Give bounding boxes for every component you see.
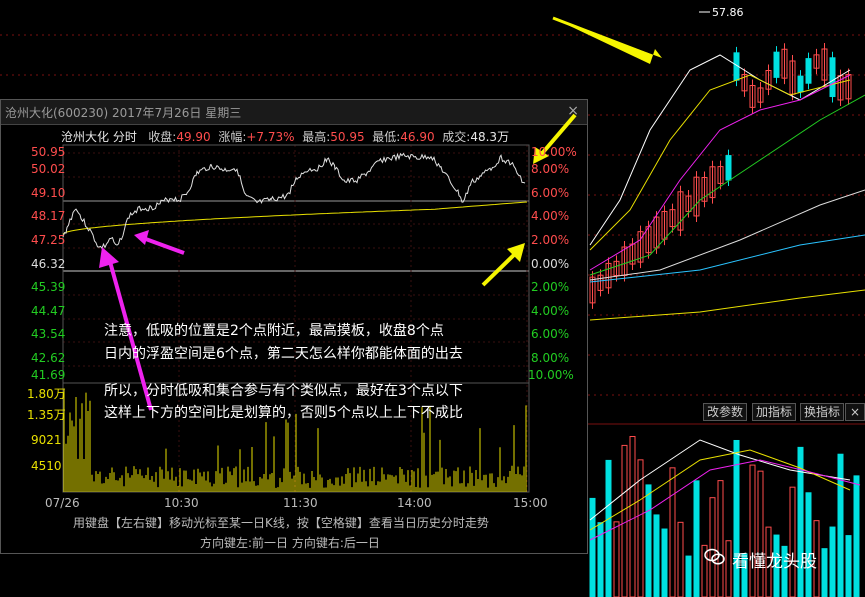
volume-bar [789, 486, 796, 597]
pct-tick: 8.00% [531, 351, 570, 365]
candlesticks [589, 42, 852, 309]
volume-bar [693, 480, 700, 597]
volume-bar [829, 526, 836, 597]
volume-bar [653, 514, 660, 597]
price-tick: 42.62 [31, 351, 66, 365]
volume-bar [613, 521, 620, 597]
volume-bar [605, 459, 612, 597]
time-tick: 10:30 [164, 496, 199, 510]
pct-tick: 10.00% [531, 145, 577, 159]
volume-bar [805, 492, 812, 597]
volume-bar [685, 555, 692, 597]
volume-bar [821, 548, 828, 597]
price-tick: 43.54 [31, 327, 66, 341]
pct-tick: 6.00% [531, 327, 570, 341]
pct-tick: 4.00% [531, 304, 570, 318]
volume-bar [725, 540, 732, 597]
volume-bar [717, 480, 724, 597]
time-tick: 15:00 [513, 496, 548, 510]
price-tick: 44.47 [31, 304, 66, 318]
price-tick: 50.02 [31, 162, 66, 176]
ma-line-green [589, 94, 865, 276]
intraday-popup: 沧州大化(600230) 2017年7月26日 星期三 × 沧州大化 分时 收盘… [0, 99, 588, 554]
candle-body [725, 155, 732, 181]
price-tick: 47.25 [31, 233, 66, 247]
magenta-arrow-2-shaft [142, 236, 185, 255]
price-tick: 50.95 [31, 145, 66, 159]
price-tick: 41.69 [31, 368, 66, 382]
magenta-arrow-1-head [99, 247, 119, 268]
candle-body [797, 75, 804, 93]
annotation-line: 这样上下方的空间比是划算的，否则5个点以上上下不成比 [104, 405, 463, 421]
pct-tick: 8.00% [531, 162, 570, 176]
time-tick: 14:00 [397, 496, 432, 510]
volume-tick: 4510 [31, 459, 62, 473]
volume-bars [589, 436, 860, 597]
volume-bar [757, 470, 764, 597]
volume-bar [853, 475, 860, 597]
volume-bar [837, 453, 844, 597]
pct-tick: 0.00% [531, 257, 570, 271]
arrow-key-hint: 方向键左:前一日 方向键右:后一日 [200, 536, 380, 550]
candle-body [829, 57, 836, 98]
wechat-icon [704, 548, 725, 565]
moving-average-lines [589, 54, 865, 321]
volume-bar [845, 535, 852, 597]
pct-tick: 6.00% [531, 186, 570, 200]
watermark-text: 看懂龙头股 [732, 552, 817, 572]
volume-tick: 1.35万 [27, 408, 66, 422]
volume-bar [645, 484, 652, 597]
annotation-line: 所以，分时低吸和集合参与有个类似点，最好在3个点以下 [104, 383, 463, 399]
price-tick: 48.17 [31, 209, 66, 223]
pct-tick: 4.00% [531, 209, 570, 223]
volume-bar [621, 444, 628, 597]
top-yellow-arrow-shaft [552, 16, 653, 58]
annotation-line: 注意，低吸的位置是2个点附近，最高摸板，收盘8个点 [104, 323, 444, 339]
volume-tick: 9021 [31, 433, 62, 447]
pct-tick: 10.00% [528, 368, 574, 382]
volume-tick: 1.80万 [27, 387, 66, 401]
pct-tick: 2.00% [531, 233, 570, 247]
magenta-arrow-2-head [134, 230, 149, 245]
annotation-line: 日内的浮盈空间是6个点，第二天怎么样你都能体面的出去 [104, 346, 463, 362]
close-indicator-button[interactable]: × [845, 403, 865, 421]
add-indicator-button[interactable]: 加指标 [752, 403, 797, 421]
candle-body [805, 58, 812, 84]
high-price-label: 57.86 [712, 6, 744, 19]
time-tick: 07/26 [45, 496, 80, 510]
volume-bar [749, 464, 756, 597]
volume-bar [661, 528, 668, 597]
price-tick: 45.39 [31, 280, 66, 294]
candle-body [773, 51, 780, 78]
price-tick: 49.10 [31, 186, 66, 200]
time-tick: 11:30 [283, 496, 318, 510]
volume-bar [589, 497, 596, 597]
keyboard-hint: 用键盘【左右键】移动光标至某一日K线，按【空格键】查看当日历史分时走势 [73, 516, 489, 530]
pct-tick: 2.00% [531, 280, 570, 294]
switch-indicator-button[interactable]: 换指标 [800, 403, 845, 421]
volume-bar [669, 467, 676, 597]
volume-bar [629, 436, 636, 597]
modify-params-button[interactable]: 改参数 [703, 403, 748, 421]
price-tick: 46.32 [31, 257, 66, 271]
volume-bar [677, 521, 684, 597]
